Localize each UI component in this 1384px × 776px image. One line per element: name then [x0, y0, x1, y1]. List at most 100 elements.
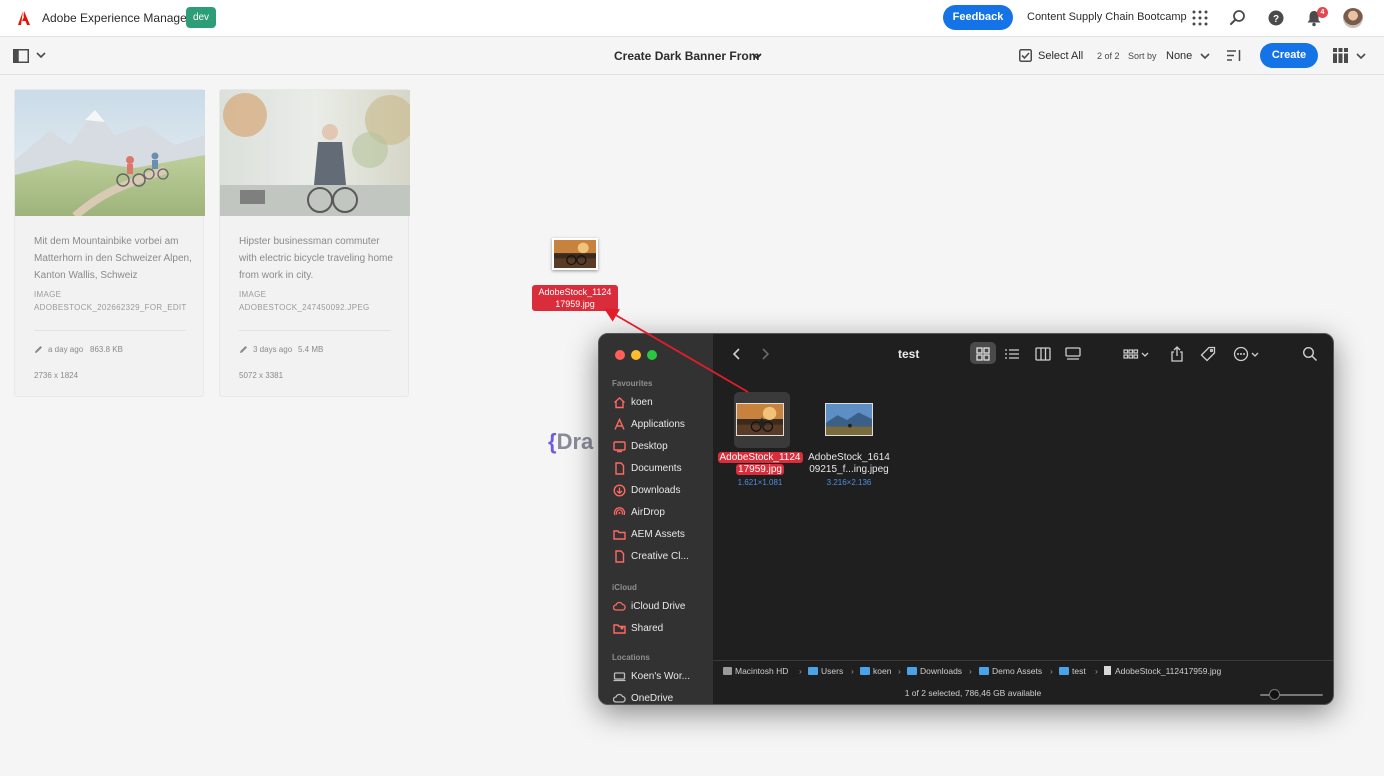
- path-item[interactable]: koen: [860, 666, 891, 676]
- path-item[interactable]: Downloads: [907, 666, 962, 676]
- back-icon[interactable]: [731, 347, 743, 361]
- asset-thumbnail[interactable]: [15, 90, 205, 216]
- asset-dimensions: 5072 x 3381: [239, 371, 284, 380]
- sidebar-item-koen[interactable]: koen: [613, 394, 709, 412]
- divider: [239, 330, 391, 331]
- rail-toggle-icon[interactable]: [13, 49, 29, 63]
- gallery-view-icon[interactable]: [1065, 346, 1081, 362]
- apps-grid-icon[interactable]: [1191, 9, 1209, 27]
- sidebar-item-label: iCloud Drive: [631, 601, 686, 612]
- environment-badge: dev: [186, 7, 216, 28]
- path-item[interactable]: AdobeStock_112417959.jpg: [1104, 666, 1221, 676]
- sidebar-item-icloud-drive[interactable]: iCloud Drive: [613, 598, 709, 616]
- cloud-icon: [613, 693, 626, 703]
- file-dimensions: 1.621×1.081: [737, 478, 783, 487]
- help-icon[interactable]: ?: [1267, 9, 1285, 27]
- list-view-icon[interactable]: [1004, 346, 1020, 362]
- icon-view-icon[interactable]: [975, 346, 991, 362]
- zoom-window-button[interactable]: [647, 350, 657, 360]
- select-all-button[interactable]: Select All: [1038, 50, 1083, 62]
- chevron-down-icon[interactable]: [1251, 346, 1259, 362]
- sidebar-item-label: AEM Assets: [631, 529, 685, 540]
- create-button[interactable]: Create: [1260, 43, 1318, 68]
- asset-modified: 3 days ago: [253, 345, 293, 354]
- sidebar-item-downloads[interactable]: Downloads: [613, 482, 709, 500]
- sidebar-item-documents[interactable]: Documents: [613, 460, 709, 478]
- chevron-down-icon[interactable]: [1200, 52, 1210, 60]
- finder-window[interactable]: Favourites koen Applications Desktop Doc…: [598, 333, 1334, 705]
- card-view-icon[interactable]: [1333, 48, 1348, 63]
- desktop-icon: [613, 441, 626, 453]
- asset-title: Hipster businessman commuter with electr…: [239, 236, 393, 281]
- sort-order-icon[interactable]: [1227, 49, 1242, 62]
- path-item[interactable]: test: [1059, 666, 1086, 676]
- asset-thumbnail[interactable]: [220, 90, 410, 216]
- chevron-down-icon[interactable]: [36, 51, 46, 59]
- search-icon[interactable]: [1229, 9, 1247, 27]
- sidebar-item-shared[interactable]: Shared: [613, 620, 709, 638]
- asset-type: IMAGE: [239, 290, 267, 299]
- minimize-window-button[interactable]: [631, 350, 641, 360]
- notification-count-badge: 4: [1317, 7, 1328, 18]
- cloud-icon: [613, 601, 626, 611]
- sidebar-item-label: Downloads: [631, 485, 681, 496]
- shared-folder-icon: [613, 624, 626, 634]
- icon-size-slider-handle[interactable]: [1269, 689, 1280, 700]
- drop-zone-hint: {Dra: [548, 429, 594, 454]
- file-name: AdobeStock_1614 09215_f...ing.jpeg: [808, 452, 890, 475]
- path-item[interactable]: Users: [808, 666, 843, 676]
- sidebar-section-title: Locations: [612, 653, 650, 662]
- sidebar-item-applications[interactable]: Applications: [613, 416, 709, 434]
- column-view-icon[interactable]: [1035, 346, 1051, 362]
- file-thumbnail: [736, 403, 784, 436]
- pencil-icon: [240, 346, 247, 353]
- group-by-icon[interactable]: [1123, 346, 1139, 362]
- home-icon: [614, 397, 625, 409]
- share-icon[interactable]: [1169, 346, 1185, 362]
- finder-toolbar: test: [713, 334, 1333, 374]
- sidebar-item-desktop[interactable]: Desktop: [613, 438, 709, 456]
- feedback-button[interactable]: Feedback: [943, 5, 1013, 30]
- finder-status-text: 1 of 2 selected, 786,46 GB available: [904, 688, 1042, 698]
- asset-dimensions: 2736 x 1824: [34, 371, 79, 380]
- action-bar: Create Dark Banner From Select All 2 of …: [0, 37, 1384, 75]
- asset-filename: ADOBESTOCK_247450092.JPEG: [239, 303, 370, 312]
- search-icon[interactable]: [1302, 346, 1318, 362]
- asset-title: Mit dem Mountainbike vorbei am Matterhor…: [34, 236, 192, 281]
- tag-icon[interactable]: [1200, 346, 1216, 362]
- more-actions-icon[interactable]: [1233, 346, 1249, 362]
- sidebar-item-airdrop[interactable]: AirDrop: [613, 504, 709, 522]
- asset-card[interactable]: Hipster businessman commuter with electr…: [219, 89, 410, 397]
- sidebar-section-title: Favourites: [612, 379, 653, 388]
- chevron-down-icon[interactable]: [1141, 346, 1149, 362]
- path-item[interactable]: Demo Assets: [979, 666, 1042, 676]
- avatar[interactable]: [1343, 8, 1363, 28]
- airdrop-icon: [613, 507, 626, 516]
- select-all-icon[interactable]: [1019, 49, 1032, 62]
- close-window-button[interactable]: [615, 350, 625, 360]
- sidebar-item-computer[interactable]: Koen's Wor...: [613, 668, 709, 686]
- sidebar-item-aem-assets[interactable]: AEM Assets: [613, 526, 709, 544]
- app-title[interactable]: Adobe Experience Manager: [42, 11, 191, 25]
- adobe-logo[interactable]: [14, 8, 34, 28]
- file-thumbnail: [825, 403, 873, 436]
- top-navigation-bar: Adobe Experience Manager dev Feedback Co…: [0, 0, 1384, 37]
- downloads-icon: [613, 484, 626, 497]
- sort-by-label: Sort by: [1128, 51, 1157, 61]
- sort-by-select[interactable]: None: [1166, 50, 1192, 62]
- sidebar-item-creative-cloud[interactable]: Creative Cl...: [613, 548, 709, 566]
- chevron-down-icon[interactable]: [752, 52, 762, 60]
- path-item[interactable]: Macintosh HD: [723, 666, 788, 676]
- sidebar-item-onedrive[interactable]: OneDrive: [613, 690, 709, 704]
- chevron-down-icon[interactable]: [1356, 52, 1366, 60]
- item-count: 2 of 2: [1097, 51, 1120, 61]
- forward-icon[interactable]: [759, 347, 771, 361]
- organization-switcher[interactable]: Content Supply Chain Bootcamp: [1027, 11, 1187, 23]
- view-title[interactable]: Create Dark Banner From: [614, 49, 759, 63]
- folder-icon: [613, 530, 626, 540]
- asset-card[interactable]: Mit dem Mountainbike vorbei am Matterhor…: [14, 89, 205, 397]
- asset-size: 5.4 MB: [298, 345, 324, 354]
- file-dimensions: 3.216×2.136: [826, 478, 872, 487]
- sidebar-item-label: Shared: [631, 623, 664, 634]
- sidebar-item-label: AirDrop: [631, 507, 665, 518]
